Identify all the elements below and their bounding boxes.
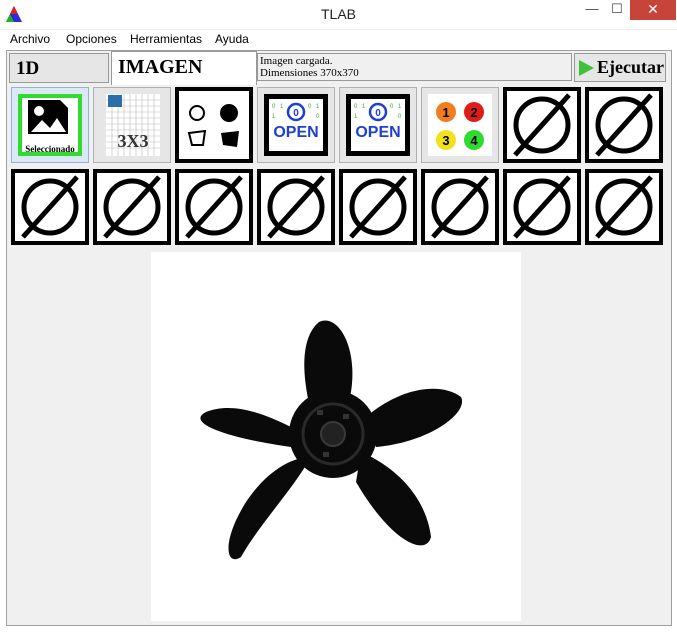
status-line-2: Dimensiones 370x370 (260, 67, 359, 79)
window-title: TLAB (320, 6, 356, 22)
empty-set-icon (343, 173, 413, 241)
close-button[interactable]: ✕ (630, 0, 676, 20)
empty-set-icon (97, 173, 167, 241)
menu-bar: Archivo Opciones Herramientas Ayuda (0, 29, 677, 50)
tool-empty-slot[interactable] (585, 169, 663, 245)
tool-select-image[interactable]: Seleccionado (11, 87, 89, 163)
empty-set-icon (589, 91, 659, 159)
shapes-icon (179, 91, 249, 159)
empty-set-icon (179, 173, 249, 241)
number-3: 3 (442, 133, 449, 148)
open-icon: 0101 10 0 OPEN (346, 94, 410, 156)
tool-open-2[interactable]: 0101 10 0 OPEN (339, 87, 417, 163)
tab-imagen[interactable]: IMAGEN (111, 51, 257, 85)
selected-label: Seleccionado (25, 144, 75, 154)
tool-empty-slot[interactable] (585, 87, 663, 163)
open-digit: 0 (375, 108, 381, 119)
maximize-button[interactable]: ☐ (603, 0, 631, 20)
tool-empty-slot[interactable] (503, 87, 581, 163)
status-box: Imagen cargada. Dimensiones 370x370 (257, 53, 572, 81)
tool-empty-slot[interactable] (339, 169, 417, 245)
menu-herramientas[interactable]: Herramientas (130, 32, 202, 46)
tool-filter-3x3[interactable]: 3X3 (93, 87, 171, 163)
title-bar: TLAB — ☐ ✕ (0, 0, 677, 29)
empty-set-icon (507, 173, 577, 241)
numbered-circles-icon: 1 2 3 4 (428, 94, 492, 156)
open-label: OPEN (273, 124, 318, 141)
tool-empty-slot[interactable] (421, 169, 499, 245)
tool-empty-slot[interactable] (93, 169, 171, 245)
tool-empty-slot[interactable] (503, 169, 581, 245)
tool-label-regions[interactable]: 1 2 3 4 (421, 87, 499, 163)
number-1: 1 (442, 105, 449, 120)
empty-set-icon (507, 91, 577, 159)
open-label: OPEN (355, 124, 400, 141)
empty-set-icon (589, 173, 659, 241)
image-canvas[interactable] (151, 252, 521, 621)
grid-3x3-icon: 3X3 (106, 94, 160, 156)
empty-set-icon (425, 173, 495, 241)
filter-label: 3X3 (118, 131, 149, 151)
open-icon: 0101 10 0 OPEN (264, 94, 328, 156)
tool-empty-slot[interactable] (175, 169, 253, 245)
tool-empty-slot[interactable] (257, 169, 335, 245)
menu-ayuda[interactable]: Ayuda (215, 32, 249, 46)
menu-archivo[interactable]: Archivo (10, 32, 50, 46)
tool-shapes[interactable] (175, 87, 253, 163)
main-panel: 1D IMAGEN Imagen cargada. Dimensiones 37… (6, 50, 672, 626)
fan-blade-image (200, 320, 463, 560)
tool-open-1[interactable]: 0101 10 0 OPEN (257, 87, 335, 163)
empty-set-icon (261, 173, 331, 241)
empty-set-icon (15, 173, 85, 241)
tab-1d[interactable]: 1D (9, 53, 109, 83)
play-icon (579, 60, 594, 76)
run-button[interactable]: Ejecutar (574, 53, 666, 82)
status-line-1: Imagen cargada. (260, 55, 333, 67)
run-button-label: Ejecutar (597, 57, 664, 77)
number-4: 4 (470, 133, 478, 148)
tool-empty-slot[interactable] (11, 169, 89, 245)
open-digit: 0 (293, 108, 299, 119)
minimize-button[interactable]: — (578, 0, 606, 20)
number-2: 2 (470, 105, 477, 120)
menu-opciones[interactable]: Opciones (66, 32, 117, 46)
